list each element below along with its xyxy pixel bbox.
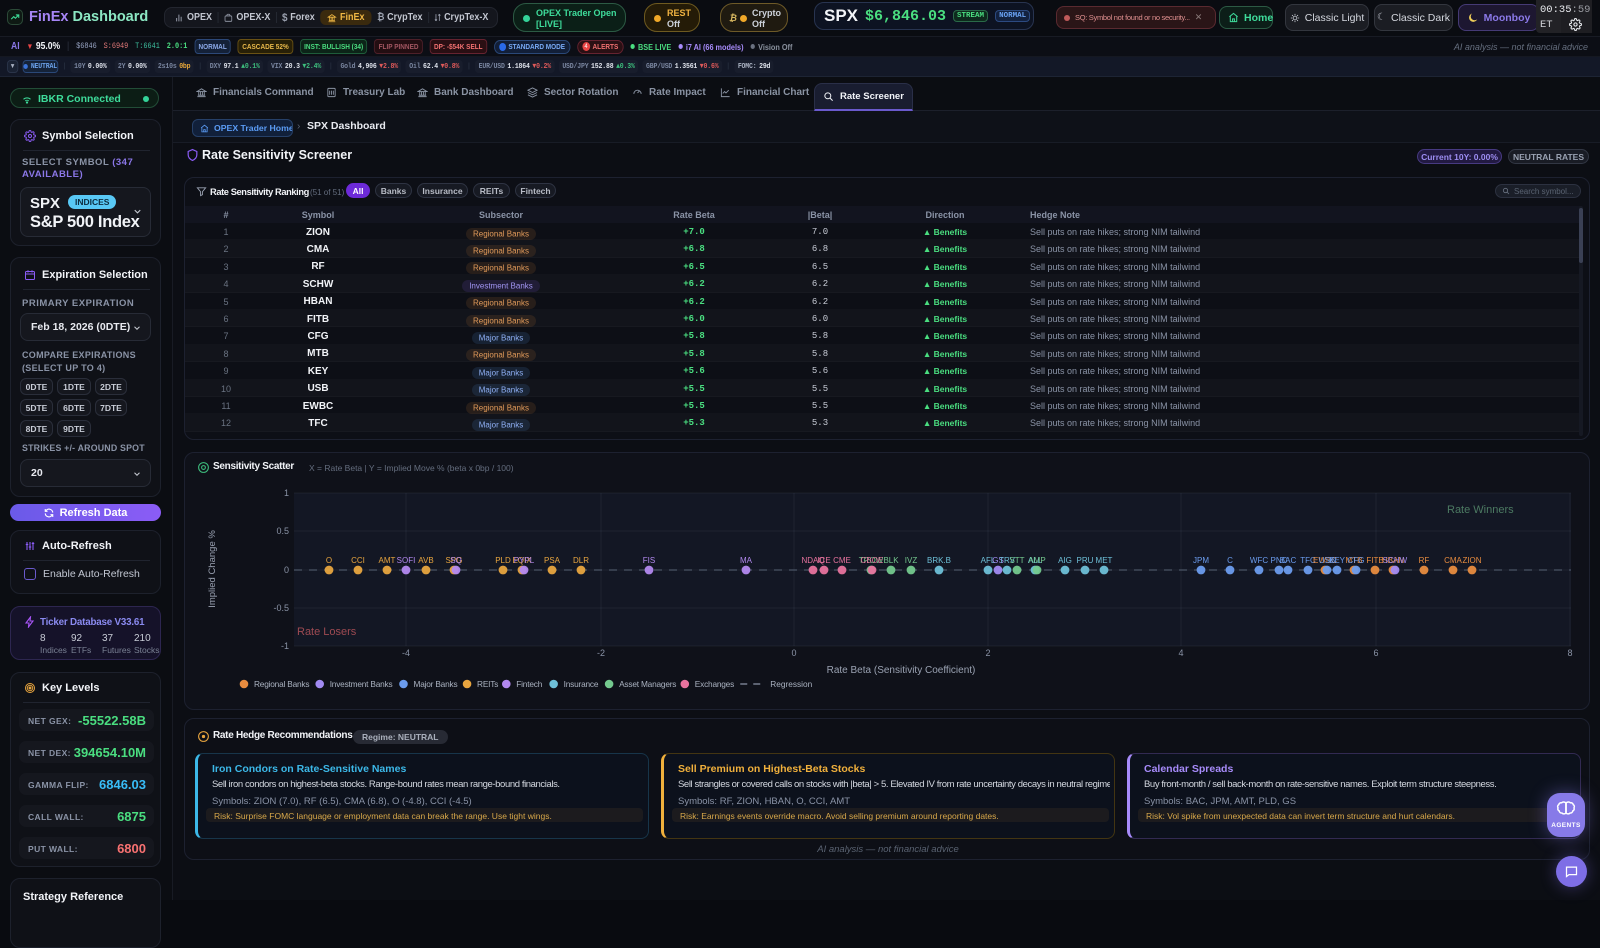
svg-text:Insurance: Insurance <box>564 679 599 689</box>
svg-text:0: 0 <box>284 565 289 575</box>
svg-text:PRU: PRU <box>1077 556 1094 565</box>
svg-text:-4: -4 <box>402 648 410 658</box>
svg-text:-0.5: -0.5 <box>273 603 289 613</box>
svg-text:0: 0 <box>791 648 796 658</box>
svg-text:RF: RF <box>1419 556 1430 565</box>
svg-text:SOFI: SOFI <box>397 556 416 565</box>
svg-text:6: 6 <box>1373 648 1378 658</box>
svg-text:AMT: AMT <box>379 556 396 565</box>
svg-text:Fintech: Fintech <box>516 679 542 689</box>
svg-text:MET: MET <box>1096 556 1113 565</box>
svg-text:C: C <box>1227 556 1233 565</box>
svg-text:Major Banks: Major Banks <box>414 679 458 689</box>
svg-text:ZION: ZION <box>1462 556 1481 565</box>
svg-text:MA: MA <box>740 556 753 565</box>
svg-text:WFC: WFC <box>1250 556 1268 565</box>
svg-text:AMP: AMP <box>1028 556 1045 565</box>
svg-text:CME: CME <box>833 556 851 565</box>
svg-text:PSA: PSA <box>544 556 561 565</box>
svg-text:SQ: SQ <box>450 556 462 565</box>
svg-text:8: 8 <box>1567 648 1572 658</box>
svg-text:Regional Banks: Regional Banks <box>254 679 309 689</box>
svg-text:Investment Banks: Investment Banks <box>330 679 393 689</box>
svg-text:DLR: DLR <box>573 556 589 565</box>
svg-text:Rate Winners: Rate Winners <box>1447 504 1514 516</box>
svg-text:4: 4 <box>1178 648 1183 658</box>
svg-text:2: 2 <box>985 648 990 658</box>
svg-text:O: O <box>326 556 332 565</box>
svg-text:Exchanges: Exchanges <box>695 679 734 689</box>
svg-text:KEY: KEY <box>1329 556 1346 565</box>
svg-text:Rate Beta (Sensitivity Coeffic: Rate Beta (Sensitivity Coefficient) <box>827 665 976 676</box>
svg-text:BAC: BAC <box>1280 556 1297 565</box>
svg-text:Regression: Regression <box>770 679 812 689</box>
svg-text:PLD: PLD <box>495 556 511 565</box>
svg-text:AIG: AIG <box>1058 556 1072 565</box>
svg-text:Rate Losers: Rate Losers <box>297 626 357 638</box>
svg-text:CCI: CCI <box>351 556 365 565</box>
svg-text:-2: -2 <box>597 648 605 658</box>
svg-text:0.5: 0.5 <box>276 526 289 536</box>
svg-text:STT: STT <box>1009 556 1024 565</box>
svg-text:IVZ: IVZ <box>905 556 918 565</box>
svg-text:-1: -1 <box>281 641 289 651</box>
svg-text:CFG: CFG <box>1348 556 1365 565</box>
svg-text:ICE: ICE <box>817 556 830 565</box>
svg-text:FIS: FIS <box>643 556 655 565</box>
svg-text:1: 1 <box>284 488 289 498</box>
svg-text:PYPL: PYPL <box>514 556 535 565</box>
svg-text:JPM: JPM <box>1193 556 1209 565</box>
svg-text:Implied Change %: Implied Change % <box>207 530 218 608</box>
svg-text:CMA: CMA <box>1444 556 1462 565</box>
svg-text:BRK.B: BRK.B <box>927 556 951 565</box>
svg-text:BLK: BLK <box>883 556 899 565</box>
svg-text:CBOE: CBOE <box>861 556 884 565</box>
svg-text:AVB: AVB <box>418 556 433 565</box>
svg-text:REITs: REITs <box>477 679 498 689</box>
svg-text:Asset Managers: Asset Managers <box>619 679 676 689</box>
svg-text:SCHW: SCHW <box>1383 556 1408 565</box>
